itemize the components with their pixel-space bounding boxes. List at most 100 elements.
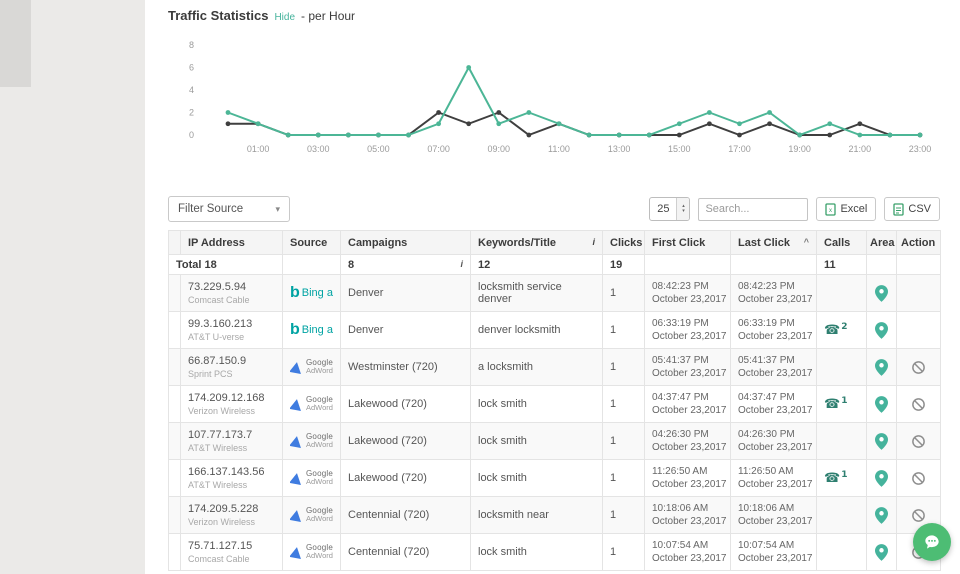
clicks-cell: 1 — [603, 460, 645, 497]
traffic-chart: 0246801:0003:0005:0007:0009:0011:0013:00… — [168, 34, 940, 162]
svg-text:03:00: 03:00 — [307, 144, 330, 154]
campaign-cell: Centennial (720) — [341, 497, 471, 534]
ip-address: 73.229.5.94 — [188, 281, 275, 293]
table-row[interactable]: 174.209.5.228 Verizon Wireless bBing ad … — [169, 497, 941, 534]
google-adwords-logo: GoogleAdWords — [290, 544, 333, 560]
csv-button[interactable]: CSV — [884, 197, 940, 221]
table-body: Total 18 i8 12 19 11 73.229.5.94 Comcast… — [169, 255, 941, 571]
col-campaigns[interactable]: Campaigns — [341, 231, 471, 255]
campaign-cell: Denver — [341, 312, 471, 349]
block-icon[interactable] — [911, 360, 926, 375]
calls-cell: ☎ — [817, 275, 867, 312]
clicks-cell: 1 — [603, 497, 645, 534]
calls-cell: ☎ — [817, 423, 867, 460]
excel-button[interactable]: x Excel — [816, 197, 876, 221]
totals-label: Total 18 — [169, 255, 283, 275]
stepper-down-icon[interactable]: ▾ — [682, 209, 685, 214]
svg-text:05:00: 05:00 — [367, 144, 390, 154]
block-icon[interactable] — [911, 508, 926, 523]
adwords-triangle-icon — [290, 435, 303, 448]
adwords-triangle-icon — [290, 398, 303, 411]
map-pin-icon[interactable] — [875, 433, 888, 450]
hide-link[interactable]: Hide — [274, 12, 295, 23]
bing-b-icon: b — [290, 286, 300, 300]
map-pin-icon[interactable] — [875, 359, 888, 376]
campaign-cell: Westminster (720) — [341, 349, 471, 386]
filter-source-label: Filter Source — [178, 203, 243, 215]
col-clicks[interactable]: Clicks — [603, 231, 645, 255]
col-ip-address[interactable]: IP Address — [181, 231, 283, 255]
map-pin-icon[interactable] — [875, 396, 888, 413]
first-click-cell: 11:26:50 AM October 23,2017 — [645, 460, 731, 497]
svg-text:4: 4 — [189, 85, 194, 95]
block-icon[interactable] — [911, 397, 926, 412]
table-row[interactable]: 66.87.150.9 Sprint PCS bBing ad GoogleAd… — [169, 349, 941, 386]
table-row[interactable]: 107.77.173.7 AT&T Wireless bBing ad Goog… — [169, 423, 941, 460]
page-size-select[interactable]: 25 ▴ ▾ — [649, 197, 690, 221]
ip-address: 166.137.143.56 — [188, 466, 275, 478]
block-icon[interactable] — [911, 471, 926, 486]
svg-text:13:00: 13:00 — [608, 144, 631, 154]
ip-address: 107.77.173.7 — [188, 429, 275, 441]
clicks-cell: 1 — [603, 534, 645, 571]
clicks-cell: 1 — [603, 386, 645, 423]
adwords-triangle-icon — [290, 509, 303, 522]
table-row[interactable]: 73.229.5.94 Comcast Cable bBing ad Googl… — [169, 275, 941, 312]
bing-ads-logo: bBing ad — [290, 286, 333, 300]
excel-label: Excel — [840, 203, 867, 215]
table-row[interactable]: 174.209.12.168 Verizon Wireless bBing ad… — [169, 386, 941, 423]
search-input[interactable] — [698, 198, 808, 221]
adwords-triangle-icon — [290, 546, 303, 559]
left-sidebar — [0, 0, 145, 574]
col-calls[interactable]: Calls — [817, 231, 867, 255]
calls-cell: ☎ — [817, 349, 867, 386]
col-last-click[interactable]: ^Last Click — [731, 231, 817, 255]
block-icon[interactable] — [911, 434, 926, 449]
ip-address: 174.209.5.228 — [188, 503, 275, 515]
last-click-cell: 08:42:23 PM October 23,2017 — [731, 275, 817, 312]
keyword-cell: lock smith — [471, 386, 603, 423]
table-row[interactable]: 166.137.143.56 AT&T Wireless bBing ad Go… — [169, 460, 941, 497]
page-header: Traffic Statistics Hide - per Hour — [168, 0, 940, 24]
ip-address: 99.3.160.213 — [188, 318, 275, 330]
col-action[interactable]: Action — [897, 231, 941, 255]
isp-name: AT&T Wireless — [188, 443, 275, 453]
keyword-cell: locksmith service denver — [471, 275, 603, 312]
clicks-cell: 1 — [603, 312, 645, 349]
sidebar-top-block — [0, 0, 31, 87]
phone-icon: ☎1 — [824, 397, 847, 412]
ip-address: 75.71.127.15 — [188, 540, 275, 552]
col-keywords[interactable]: iKeywords/Title — [471, 231, 603, 255]
chat-widget-button[interactable] — [913, 523, 951, 561]
chat-bubble-icon — [922, 532, 942, 552]
first-click-cell: 05:41:37 PM October 23,2017 — [645, 349, 731, 386]
map-pin-icon[interactable] — [875, 544, 888, 561]
page-subtitle: - per Hour — [301, 9, 355, 23]
table-row[interactable]: 75.71.127.15 Comcast Cable bBing ad Goog… — [169, 534, 941, 571]
filter-source-dropdown[interactable]: Filter Source ▾ — [168, 196, 290, 222]
campaign-cell: Lakewood (720) — [341, 386, 471, 423]
svg-text:23:00: 23:00 — [909, 144, 932, 154]
col-area[interactable]: Area — [867, 231, 897, 255]
col-first-click[interactable]: First Click — [645, 231, 731, 255]
stepper-icon[interactable]: ▴ ▾ — [676, 198, 689, 220]
campaign-cell: Denver — [341, 275, 471, 312]
map-pin-icon[interactable] — [875, 470, 888, 487]
last-click-cell: 04:26:30 PM October 23,2017 — [731, 423, 817, 460]
totals-calls: 11 — [817, 255, 867, 275]
svg-text:6: 6 — [189, 63, 194, 73]
table-row[interactable]: 99.3.160.213 AT&T U-verse bBing ad Googl… — [169, 312, 941, 349]
col-source[interactable]: Source — [283, 231, 341, 255]
clicks-cell: 1 — [603, 423, 645, 460]
totals-campaigns: i8 — [341, 255, 471, 275]
last-click-cell: 10:18:06 AM October 23,2017 — [731, 497, 817, 534]
first-click-cell: 10:18:06 AM October 23,2017 — [645, 497, 731, 534]
map-pin-icon[interactable] — [875, 285, 888, 302]
svg-text:x: x — [829, 208, 832, 214]
adwords-triangle-icon — [290, 361, 303, 374]
main-content: Traffic Statistics Hide - per Hour 02468… — [145, 0, 960, 574]
map-pin-icon[interactable] — [875, 507, 888, 524]
map-pin-icon[interactable] — [875, 322, 888, 339]
svg-text:2: 2 — [189, 108, 194, 118]
last-click-cell: 05:41:37 PM October 23,2017 — [731, 349, 817, 386]
